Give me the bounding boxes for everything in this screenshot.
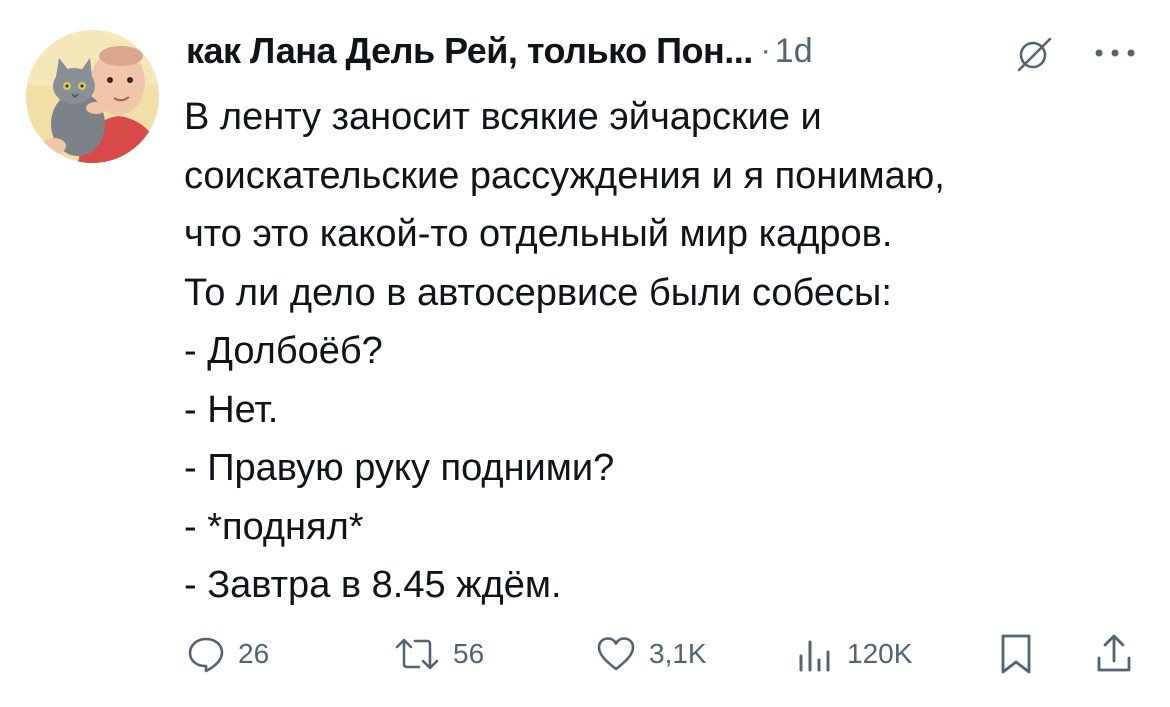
author-avatar[interactable] <box>26 30 159 163</box>
reply-button[interactable]: 26 <box>186 626 269 682</box>
tweet-text-line: что это какой-то отдельный мир кадров. <box>184 213 893 255</box>
reply-count: 26 <box>238 638 270 669</box>
tweet-text-line: - Долбоёб? <box>184 330 383 372</box>
views-chart-icon <box>799 640 830 672</box>
tweet-timestamp[interactable]: 1d <box>775 32 813 71</box>
tweet-header: как Лана Дель Рей, только Пон... · 1d <box>186 28 813 74</box>
reply-icon <box>188 637 224 673</box>
retweet-count: 56 <box>453 638 485 669</box>
share-icon <box>1097 634 1131 672</box>
author-display-name[interactable]: как Лана Дель Рей, только Пон... <box>186 30 753 72</box>
views-count: 120K <box>847 638 913 669</box>
views-button[interactable]: 120K <box>795 626 912 682</box>
tweet-text: В ленту заносит всякие эйчарские и соиск… <box>184 88 1144 615</box>
heart-icon <box>597 637 635 671</box>
grok-icon[interactable] <box>1014 34 1054 74</box>
tweet-text-line: То ли дело в автосервисе были собесы: <box>184 271 892 314</box>
tweet-text-line: - Завтра в 8.45 ждём. <box>184 564 562 606</box>
tweet-text-line: - *поднял* <box>184 505 364 548</box>
like-count: 3,1K <box>649 638 707 669</box>
avatar-image <box>26 30 159 163</box>
share-button[interactable] <box>1094 626 1134 682</box>
bookmark-icon <box>1001 634 1031 674</box>
tweet-text-line: - Правую руку подними? <box>184 447 615 489</box>
bookmark-button[interactable] <box>998 626 1034 682</box>
tweet-actions: 26 56 3,1K 120K <box>0 626 1170 682</box>
more-options-icon[interactable] <box>1093 46 1137 58</box>
header-separator: · <box>760 34 771 67</box>
tweet-text-line: - Нет. <box>184 388 279 431</box>
like-button[interactable]: 3,1K <box>595 626 707 682</box>
retweet-button[interactable]: 56 <box>393 626 484 682</box>
tweet-text-line: В ленту заносит всякие эйчарские и <box>184 96 822 138</box>
tweet: как Лана Дель Рей, только Пон... · 1d В … <box>0 0 1170 707</box>
tweet-text-line: соискательские рассуждения и я понимаю, <box>184 154 945 197</box>
retweet-icon <box>395 638 439 670</box>
